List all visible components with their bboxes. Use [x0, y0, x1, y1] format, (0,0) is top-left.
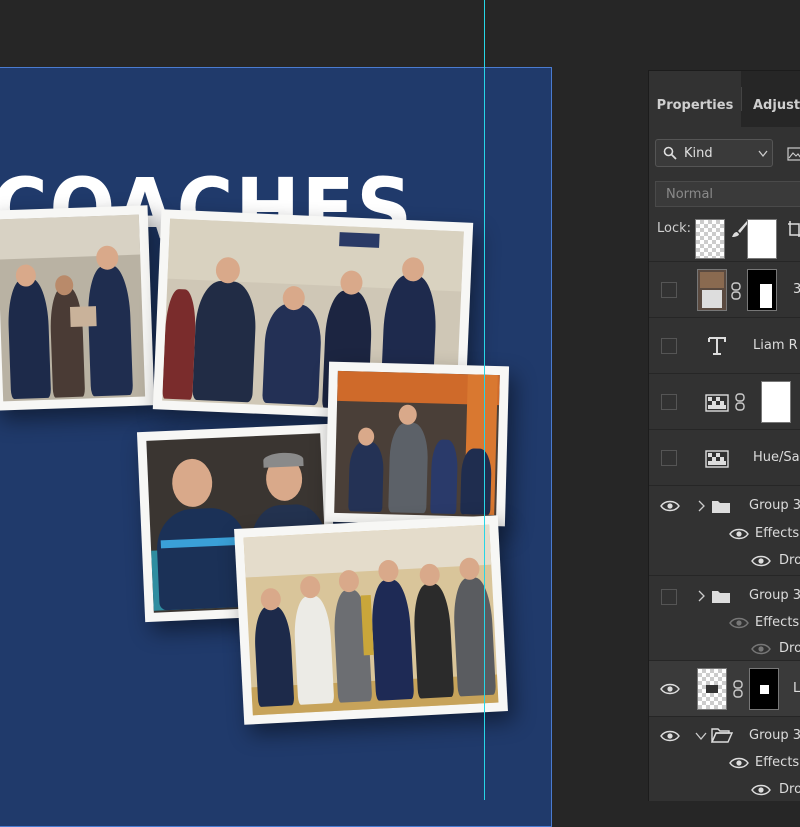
layer-name: Group 3 [749, 498, 800, 513]
adjustment-layer-icon [705, 450, 729, 468]
document-canvas[interactable]: COACHES [0, 67, 552, 827]
effect-name: Dro [779, 553, 800, 568]
eye-icon[interactable] [729, 527, 749, 541]
eye-icon[interactable] [660, 499, 680, 513]
layer-name: Group 3 [749, 588, 800, 603]
photo-trophy-team[interactable] [234, 515, 508, 725]
lock-label: Lock: [657, 221, 692, 236]
visibility-toggle[interactable] [661, 589, 677, 605]
eye-icon[interactable] [729, 616, 749, 630]
visibility-toggle[interactable] [661, 282, 677, 298]
eye-icon[interactable] [751, 642, 771, 656]
guide-line[interactable] [484, 0, 485, 800]
layer-mask-thumbnail [747, 219, 777, 259]
panel-tabs: Properties Adjustm [649, 71, 800, 127]
layer-kind-filter[interactable]: Kind [655, 139, 773, 167]
chevron-right-icon[interactable] [697, 500, 705, 512]
artboard-icon[interactable] [787, 220, 800, 238]
photo-cheering-coach[interactable] [324, 361, 510, 527]
layer-name: Group 3 [749, 728, 800, 743]
layer-name: Hue/Sat [753, 450, 800, 465]
effects-label: Effects [755, 526, 800, 541]
layer-row-adjustment-mask[interactable] [649, 374, 800, 430]
tab-divider [741, 87, 742, 111]
layer-name: Liam R [753, 338, 798, 353]
layers-panel: Properties Adjustm Kind Normal Lock: [648, 70, 800, 801]
chevron-right-icon[interactable] [697, 590, 705, 602]
search-icon [663, 146, 677, 160]
tab-adjustments[interactable]: Adjustm [753, 71, 800, 127]
layer-thumbnail [695, 219, 725, 259]
visibility-toggle[interactable] [661, 394, 677, 410]
layer-thumbnail [697, 269, 727, 311]
layer-row-text[interactable]: Liam R [649, 318, 800, 374]
eye-icon[interactable] [751, 554, 771, 568]
folder-open-icon [711, 728, 733, 743]
visibility-toggle[interactable] [661, 338, 677, 354]
layer-mask-thumbnail [761, 381, 791, 423]
layer-row[interactable]: 3 [649, 262, 800, 318]
effects-label: Effects [755, 615, 800, 630]
chevron-down-icon[interactable] [695, 732, 707, 740]
layer-row[interactable]: L [649, 661, 800, 717]
layer-name: L [793, 681, 800, 696]
layer-row-group[interactable]: Group 3 Effects Dro [649, 486, 800, 576]
link-icon[interactable] [733, 680, 743, 698]
folder-icon [712, 591, 730, 603]
layer-mask-thumbnail [749, 668, 779, 710]
layer-row-group[interactable]: Group 3 Effects Drop [649, 576, 800, 661]
blend-mode-select[interactable]: Normal [655, 181, 800, 207]
eye-icon[interactable] [660, 682, 680, 696]
text-layer-icon [708, 337, 726, 355]
effects-label: Effects [755, 755, 800, 770]
link-icon[interactable] [735, 393, 745, 411]
adjustment-layer-icon [705, 394, 729, 412]
layer-row-hue-saturation[interactable]: Hue/Sat [649, 430, 800, 486]
effect-name: Dro [779, 782, 800, 797]
eye-icon[interactable] [660, 729, 680, 743]
layer-name: 3 [793, 282, 800, 297]
layer-row-partial[interactable] [649, 219, 800, 262]
chevron-down-icon [758, 150, 768, 158]
layer-mask-thumbnail [747, 269, 777, 311]
image-filter-icon[interactable] [787, 147, 800, 161]
photo-coaches-group[interactable] [0, 205, 155, 411]
folder-icon [712, 501, 730, 513]
eye-icon[interactable] [751, 783, 771, 797]
filter-kind-label: Kind [684, 146, 713, 161]
link-icon[interactable] [731, 282, 741, 300]
tab-properties[interactable]: Properties [649, 71, 741, 127]
blend-mode-value: Normal [666, 187, 714, 202]
eye-icon[interactable] [729, 756, 749, 770]
layer-row-group[interactable]: Group 3 Effects Dro [649, 717, 800, 801]
effect-name: Drop [779, 641, 800, 656]
layer-thumbnail [697, 668, 727, 710]
visibility-toggle[interactable] [661, 450, 677, 466]
